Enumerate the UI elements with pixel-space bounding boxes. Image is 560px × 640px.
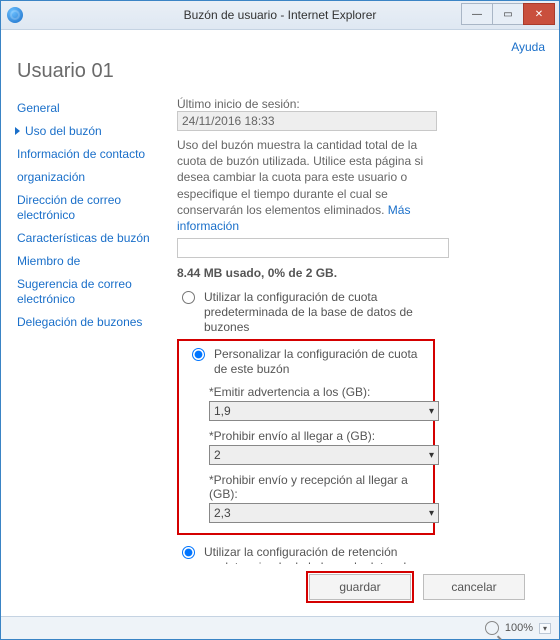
warn-value: 1,9 xyxy=(214,404,231,418)
quota-customize-box: Personalizar la configuración de cuota d… xyxy=(177,339,435,535)
quota-customize-radio-input[interactable] xyxy=(192,348,205,361)
save-button[interactable]: guardar xyxy=(309,574,411,600)
zoom-level: 100% xyxy=(505,622,533,634)
page-title: Usuario 01 xyxy=(17,60,545,83)
main-panel: Último inicio de sesión: 24/11/2016 18:3… xyxy=(173,97,545,564)
quota-default-radio-input[interactable] xyxy=(182,291,195,304)
window: Buzón de usuario - Internet Explorer — ▭… xyxy=(0,0,560,640)
sidebar-item-email-address[interactable]: Dirección de correo electrónico xyxy=(15,189,173,227)
warn-label: *Emitir advertencia a los (GB): xyxy=(209,385,425,399)
retention-default-radio-input[interactable] xyxy=(182,546,195,559)
last-login-label: Último inicio de sesión: xyxy=(177,97,539,111)
titlebar: Buzón de usuario - Internet Explorer — ▭… xyxy=(1,1,559,30)
sidebar-item-organization[interactable]: organización xyxy=(15,166,173,189)
close-button[interactable]: ✕ xyxy=(523,3,555,25)
chevron-down-icon: ▾ xyxy=(429,450,434,461)
sidebar-item-delegation[interactable]: Delegación de buzones xyxy=(15,311,173,334)
usage-text: 8.44 MB usado, 0% de 2 GB. xyxy=(177,266,539,280)
page-body: Ayuda Usuario 01 General Uso del buzón I… xyxy=(1,30,559,616)
prohibit-sr-value: 2,3 xyxy=(214,506,231,520)
help-link[interactable]: Ayuda xyxy=(511,40,545,54)
usage-description: Uso del buzón muestra la cantidad total … xyxy=(177,137,447,234)
sidebar: General Uso del buzón Información de con… xyxy=(15,97,173,564)
retention-default-radio[interactable]: Utilizar la configuración de retención p… xyxy=(177,545,457,564)
prohibit-sr-label: *Prohibir envío y recepción al llegar a … xyxy=(209,473,425,501)
zoom-icon[interactable] xyxy=(485,621,499,635)
chevron-down-icon: ▾ xyxy=(429,406,434,417)
prohibit-sr-select[interactable]: 2,3 ▾ xyxy=(209,503,439,523)
maximize-button[interactable]: ▭ xyxy=(492,3,524,25)
sidebar-item-mailtip[interactable]: Sugerencia de correo electrónico xyxy=(15,273,173,311)
sidebar-item-mailbox-features[interactable]: Características de buzón xyxy=(15,227,173,250)
chevron-down-icon: ▾ xyxy=(429,508,434,519)
statusbar: 100% ▾ xyxy=(1,616,559,639)
sidebar-item-mailbox-usage[interactable]: Uso del buzón xyxy=(15,120,173,143)
quota-customize-label: Personalizar la configuración de cuota d… xyxy=(214,347,425,377)
usage-bar xyxy=(177,238,449,258)
sidebar-item-contact-info[interactable]: Información de contacto xyxy=(15,143,173,166)
sidebar-item-member-of[interactable]: Miembro de xyxy=(15,250,173,273)
quota-default-label: Utilizar la configuración de cuota prede… xyxy=(204,290,457,335)
ie-icon xyxy=(7,7,23,23)
sidebar-item-general[interactable]: General xyxy=(15,97,173,120)
dialog-footer: guardar cancelar xyxy=(15,564,545,610)
prohibit-send-select[interactable]: 2 ▾ xyxy=(209,445,439,465)
prohibit-send-label: *Prohibir envío al llegar a (GB): xyxy=(209,429,425,443)
quota-default-radio[interactable]: Utilizar la configuración de cuota prede… xyxy=(177,290,457,335)
prohibit-send-value: 2 xyxy=(214,448,221,462)
warn-select[interactable]: 1,9 ▾ xyxy=(209,401,439,421)
cancel-button[interactable]: cancelar xyxy=(423,574,525,600)
zoom-dropdown[interactable]: ▾ xyxy=(539,623,551,634)
last-login-value: 24/11/2016 18:33 xyxy=(177,111,437,131)
retention-default-label: Utilizar la configuración de retención p… xyxy=(204,545,457,564)
minimize-button[interactable]: — xyxy=(461,3,493,25)
quota-customize-radio[interactable]: Personalizar la configuración de cuota d… xyxy=(187,347,425,377)
